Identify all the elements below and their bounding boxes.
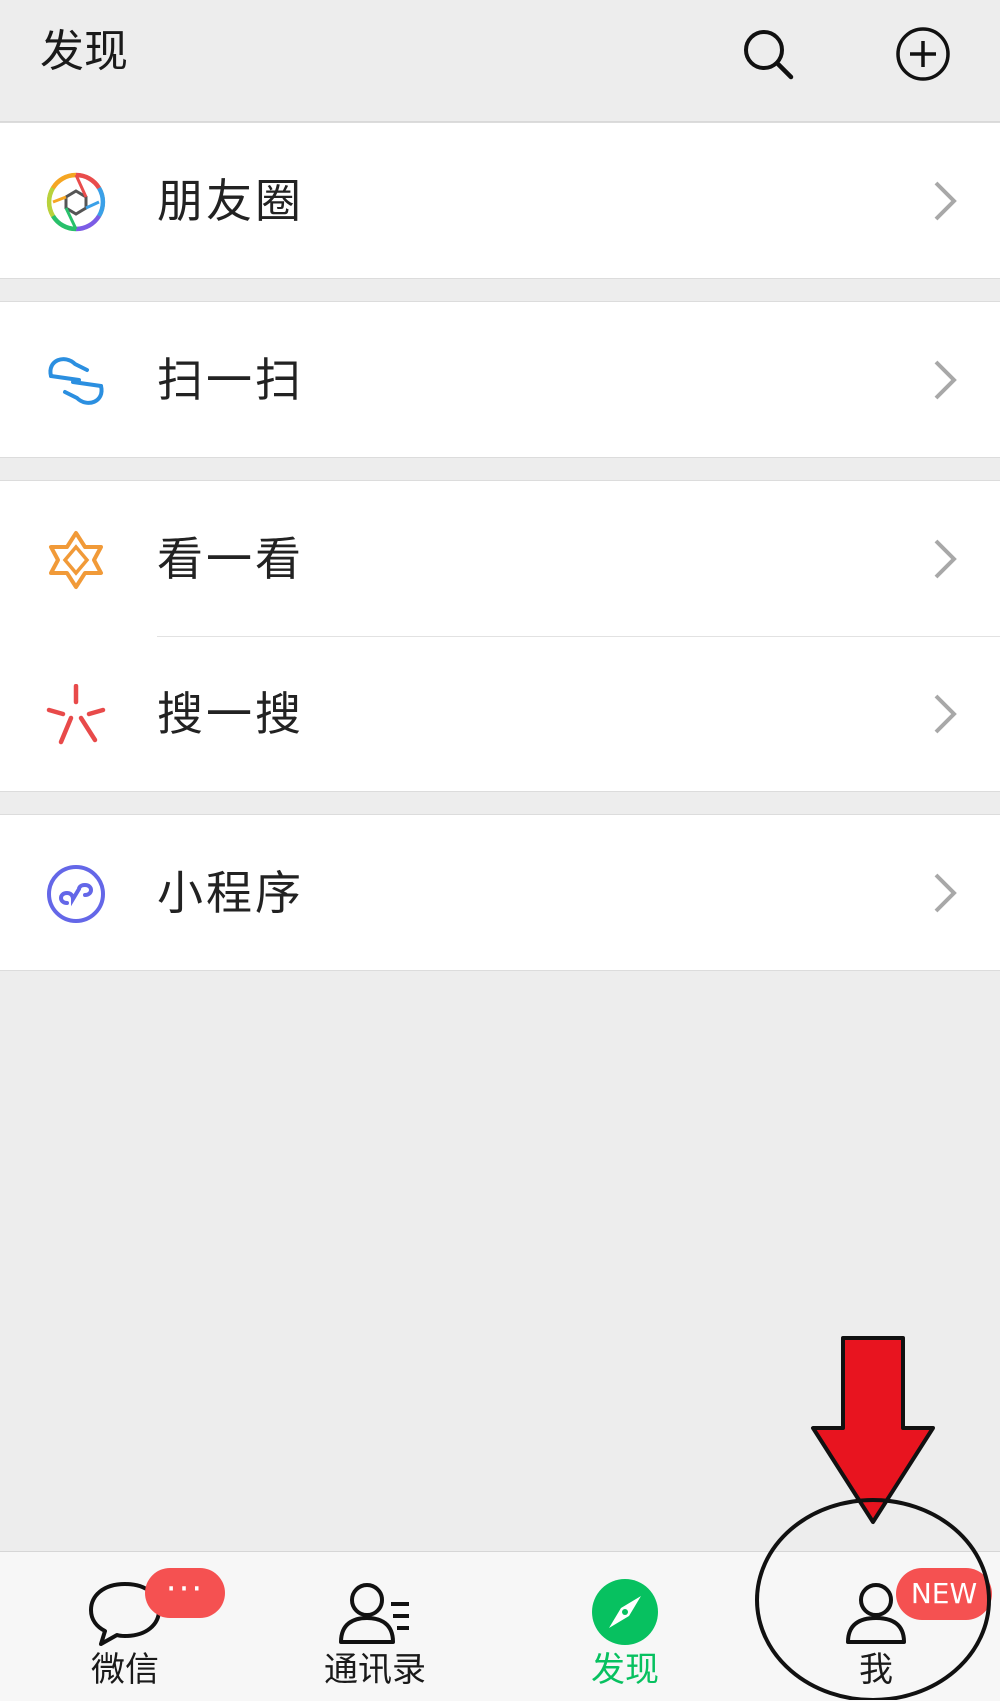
top-stories-icon: [45, 529, 107, 591]
menu-item-mini-programs[interactable]: 小程序: [0, 815, 1000, 970]
menu-item-top-stories[interactable]: 看一看: [0, 481, 1000, 636]
red-arrow-icon: [811, 1336, 935, 1524]
add-button[interactable]: [895, 26, 951, 82]
search-button[interactable]: [740, 26, 796, 82]
chevron-right-icon: [930, 178, 960, 224]
tab-discover[interactable]: 发现: [535, 1552, 715, 1701]
menu-item-moments[interactable]: 朋友圈: [0, 123, 1000, 278]
menu-item-label: 小程序: [157, 866, 304, 920]
search-icon: [744, 30, 794, 80]
tab-contacts[interactable]: 通讯录: [285, 1552, 465, 1701]
menu-item-label: 搜一搜: [157, 687, 304, 741]
search-sparkle-icon: [45, 684, 107, 746]
top-bar: 发现: [0, 0, 1000, 122]
scan-icon: [45, 350, 107, 412]
menu-item-search[interactable]: 搜一搜: [0, 636, 1000, 791]
menu-item-label: 朋友圈: [157, 174, 304, 228]
new-badge: NEW: [896, 1568, 992, 1620]
chevron-right-icon: [930, 870, 960, 916]
menu-item-label: 扫一扫: [157, 353, 304, 407]
tab-label: 我: [859, 1650, 893, 1690]
tab-label: 发现: [591, 1650, 659, 1690]
menu-group-moments: 朋友圈: [0, 122, 1000, 279]
chat-unread-badge: ···: [145, 1568, 225, 1618]
bottom-tab-bar: 微信 通讯录 发现 我: [0, 1551, 1000, 1701]
menu-item-label: 看一看: [157, 532, 304, 586]
mini-program-icon: [45, 863, 107, 925]
moments-aperture-icon: [45, 171, 107, 233]
chevron-right-icon: [930, 357, 960, 403]
menu-group-mini-programs: 小程序: [0, 814, 1000, 971]
compass-icon: [585, 1572, 665, 1652]
row-divider: [157, 636, 1000, 637]
chevron-right-icon: [930, 691, 960, 737]
menu-item-scan[interactable]: 扫一扫: [0, 302, 1000, 457]
chevron-right-icon: [930, 536, 960, 582]
menu-group-scan: 扫一扫: [0, 301, 1000, 458]
menu-group-stories-search: 看一看 搜一搜: [0, 480, 1000, 792]
tab-label: 通讯录: [324, 1650, 426, 1690]
tab-label: 微信: [91, 1650, 159, 1690]
contacts-icon: [335, 1572, 415, 1652]
page-title: 发现: [40, 26, 128, 77]
plus-circle-icon: [896, 27, 950, 81]
